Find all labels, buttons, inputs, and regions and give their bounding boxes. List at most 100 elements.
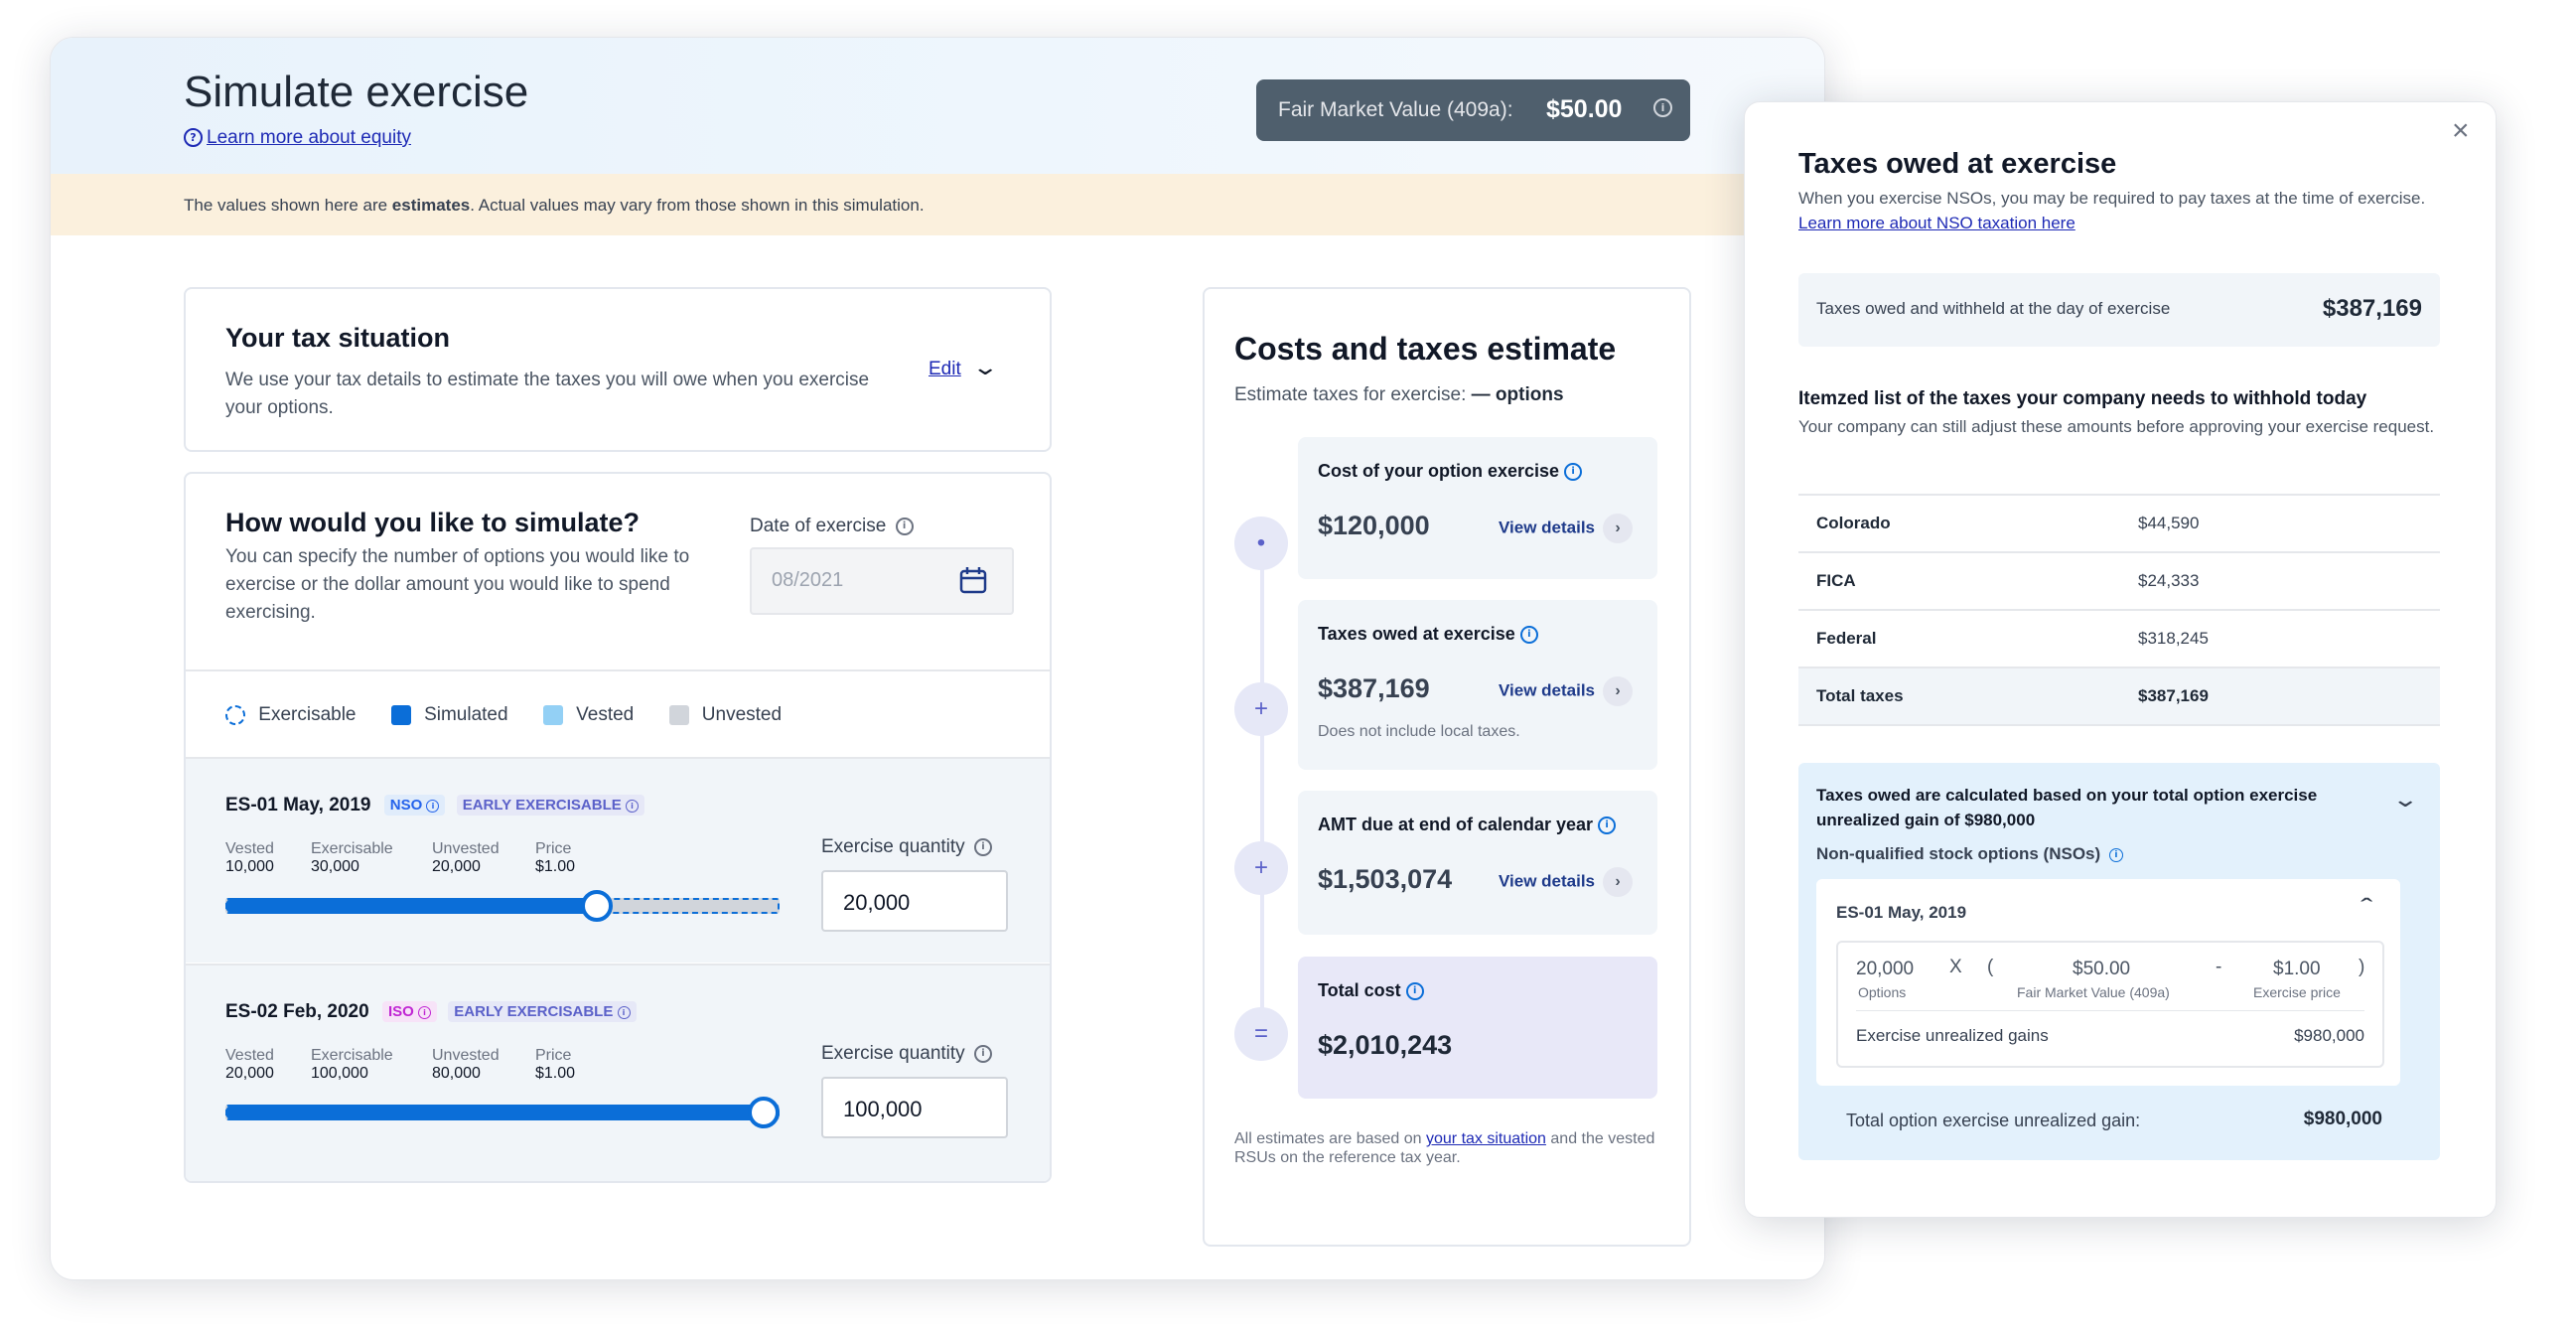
qty-label-text: Exercise quantity — [821, 836, 965, 857]
meta-label: Vested — [225, 840, 274, 857]
grant-name: ES-02 Feb, 2020 — [225, 1001, 369, 1022]
summary-value: $387,169 — [2322, 295, 2422, 322]
badge-text: EARLY EXERCISABLE — [454, 1003, 614, 1021]
estimate-title: Costs and taxes estimate — [1234, 331, 1617, 367]
chevron-up-icon[interactable]: ˆ — [2361, 893, 2372, 924]
formula-open-paren: ( — [1987, 957, 1994, 977]
tax-situation-link[interactable]: your tax situation — [1426, 1130, 1546, 1147]
info-icon[interactable]: i — [1564, 463, 1583, 482]
nso-badge: NSO i — [383, 795, 446, 816]
estimate-subtitle-bold: — options — [1471, 384, 1564, 405]
edit-tax-situation-link[interactable]: Edit — [929, 359, 961, 380]
info-icon[interactable]: i — [625, 800, 639, 814]
simulate-card: How would you like to simulate? You can … — [184, 472, 1052, 1183]
vested-swatch — [542, 704, 563, 725]
early-exercisable-badge: EARLY EXERCISABLE i — [448, 1001, 637, 1023]
formula-price: $1.00 — [2273, 959, 2321, 979]
info-icon[interactable]: i — [418, 1006, 431, 1020]
iso-badge: ISO i — [381, 1001, 437, 1023]
info-icon[interactable]: i — [1519, 626, 1538, 645]
info-icon[interactable]: i — [1405, 982, 1424, 1001]
legend: Exercisable Simulated Vested Unvested — [225, 704, 782, 726]
chevron-right-icon[interactable]: › — [1603, 514, 1634, 543]
view-details-link[interactable]: View details › — [1499, 676, 1634, 706]
learn-more-equity-text[interactable]: Learn more about equity — [207, 127, 411, 148]
divider — [1856, 1010, 2364, 1011]
meta-value: $1.00 — [535, 1065, 576, 1082]
panel-title: Taxes owed at exercise — [1798, 148, 2117, 180]
view-details-link[interactable]: View details › — [1499, 514, 1634, 543]
info-icon[interactable]: i — [426, 800, 440, 814]
amt-step: AMT due at end of calendar year i $1,503… — [1298, 791, 1657, 935]
slider-fill — [225, 898, 597, 914]
info-icon[interactable]: i — [1598, 816, 1617, 835]
date-of-exercise-input[interactable]: 08/2021 — [750, 547, 1014, 615]
exercise-quantity-input[interactable]: 20,000 — [821, 870, 1008, 932]
estimate-subtitle-prefix: Estimate taxes for exercise: — [1234, 384, 1472, 405]
simulate-description: You can specify the number of options yo… — [225, 546, 690, 623]
view-details-text[interactable]: View details — [1499, 518, 1595, 536]
info-icon[interactable]: i — [1653, 98, 1672, 117]
estimates-notice: The values shown here are estimates. Act… — [51, 174, 1824, 235]
page-title: Simulate exercise — [184, 68, 529, 116]
calculation-box: Taxes owed are calculated based on your … — [1798, 763, 2440, 1160]
view-details-text[interactable]: View details — [1499, 680, 1595, 699]
nso-subtitle-text: Non-qualified stock options (NSOs) — [1816, 844, 2101, 863]
chevron-down-icon[interactable]: ⌄ — [971, 355, 999, 380]
info-icon[interactable]: i — [895, 517, 914, 535]
grant-row: ES-02 Feb, 2020 ISO i EARLY EXERCISABLE … — [186, 964, 1050, 1181]
exercise-slider[interactable] — [225, 1097, 780, 1128]
slider-thumb[interactable] — [748, 1097, 780, 1128]
meta-label: Price — [535, 840, 572, 857]
grant-name: ES-01 May, 2019 — [1836, 903, 1967, 922]
exercise-slider[interactable] — [225, 890, 780, 922]
tax-situation-card: Your tax situation We use your tax detai… — [184, 287, 1052, 452]
notice-text-prefix: The values shown here are — [184, 196, 392, 215]
chevron-down-icon[interactable]: ⌄ — [2391, 787, 2419, 813]
table-row: Colorado $44,590 — [1798, 494, 2440, 551]
total-gain-label: Total option exercise unrealized gain: — [1846, 1111, 2141, 1130]
chevron-right-icon[interactable]: › — [1603, 676, 1634, 706]
itemized-description: Your company can still adjust these amou… — [1798, 417, 2435, 436]
panel-desc-prefix: When you exercise NSOs, you may be requi… — [1798, 189, 2426, 208]
exercise-quantity-label: Exercise quantity i — [821, 836, 992, 858]
nso-taxation-link[interactable]: Learn more about NSO taxation here — [1798, 214, 2075, 232]
taxes-owed-panel: × Taxes owed at exercise When you exerci… — [1744, 101, 2497, 1218]
meta-value: $1.00 — [535, 858, 576, 875]
formula-fmv-label: Fair Market Value (409a) — [2017, 984, 2170, 1000]
tax-name: Federal — [1816, 629, 1877, 648]
fmv-value: $50.00 — [1546, 95, 1623, 123]
timeline-line — [1260, 537, 1264, 1022]
formula-fmv: $50.00 — [2073, 959, 2131, 979]
view-details-text[interactable]: View details — [1499, 871, 1595, 890]
info-icon[interactable]: i — [617, 1006, 631, 1020]
meta-value: 100,000 — [311, 1065, 368, 1082]
meta-label: Unvested — [432, 1047, 500, 1064]
step-dot: = — [1234, 1007, 1288, 1061]
calendar-icon[interactable] — [958, 565, 988, 595]
close-icon[interactable]: × — [2452, 114, 2470, 148]
total-cost-value: $2,010,243 — [1318, 1030, 1453, 1060]
chevron-right-icon[interactable]: › — [1603, 867, 1634, 897]
formula-price-label: Exercise price — [2253, 984, 2341, 1000]
exercise-quantity-input[interactable]: 100,000 — [821, 1077, 1008, 1138]
costs-taxes-estimate-card: Costs and taxes estimate Estimate taxes … — [1203, 287, 1691, 1247]
page-header: Simulate exercise ? Learn more about equi… — [51, 38, 1824, 174]
legend-exercisable: Exercisable — [258, 704, 357, 725]
table-row: Federal $318,245 — [1798, 609, 2440, 667]
summary-box: Taxes owed and withheld at the day of ex… — [1798, 273, 2440, 347]
summary-label: Taxes owed and withheld at the day of ex… — [1816, 299, 2171, 318]
view-details-link[interactable]: View details › — [1499, 867, 1634, 897]
panel-description: When you exercise NSOs, you may be requi… — [1798, 186, 2444, 235]
unvested-swatch — [668, 704, 689, 725]
date-value: 08/2021 — [772, 569, 844, 591]
info-icon[interactable]: i — [973, 1044, 992, 1063]
estimate-subtitle: Estimate taxes for exercise: — options — [1234, 384, 1564, 406]
tax-value: $24,333 — [2138, 571, 2200, 590]
date-of-exercise-label: Date of exercise i — [750, 516, 914, 537]
info-icon[interactable]: i — [973, 837, 992, 856]
learn-more-equity-link[interactable]: ? Learn more about equity — [184, 127, 411, 149]
formula-box: 20,000 Options X ( $50.00 Fair Market Va… — [1836, 941, 2384, 1068]
slider-thumb[interactable] — [580, 890, 613, 922]
info-icon[interactable]: i — [2108, 847, 2123, 862]
